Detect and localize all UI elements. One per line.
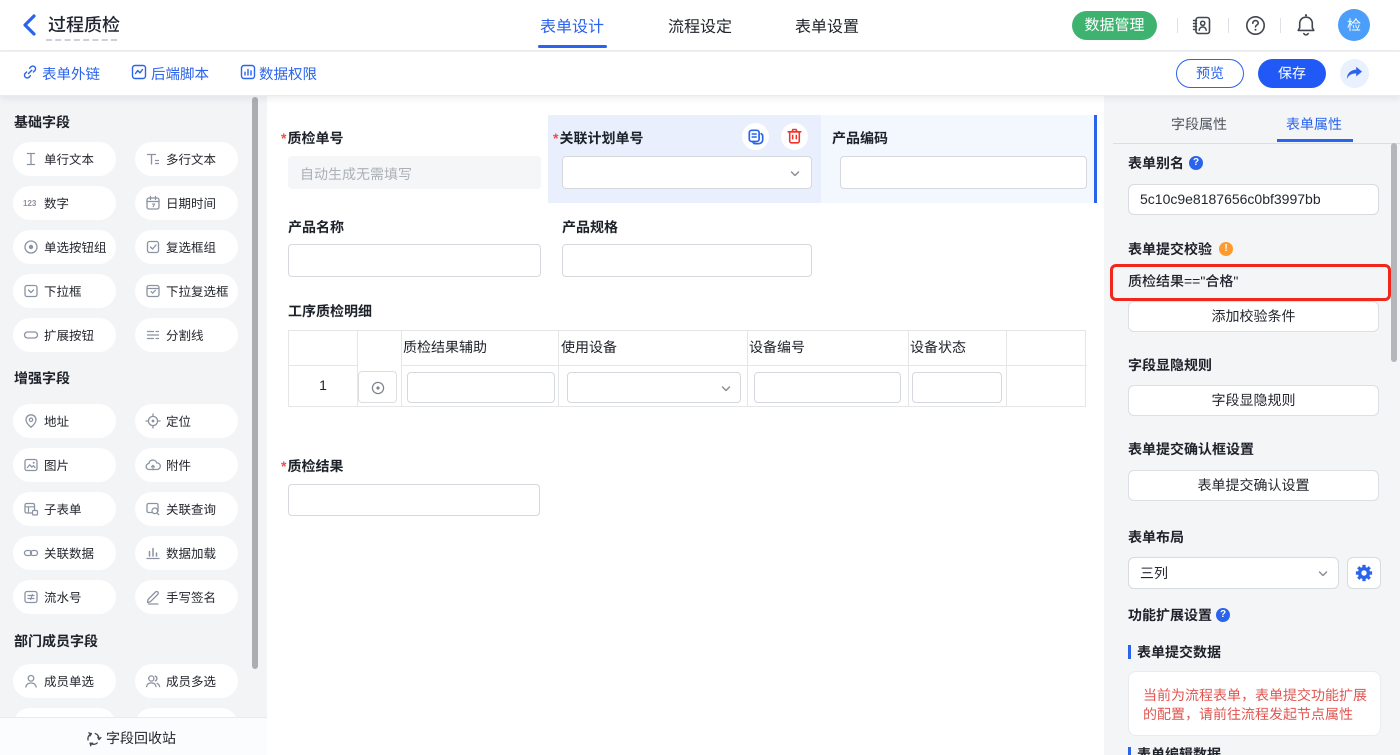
svg-text:123: 123 [23, 199, 37, 208]
